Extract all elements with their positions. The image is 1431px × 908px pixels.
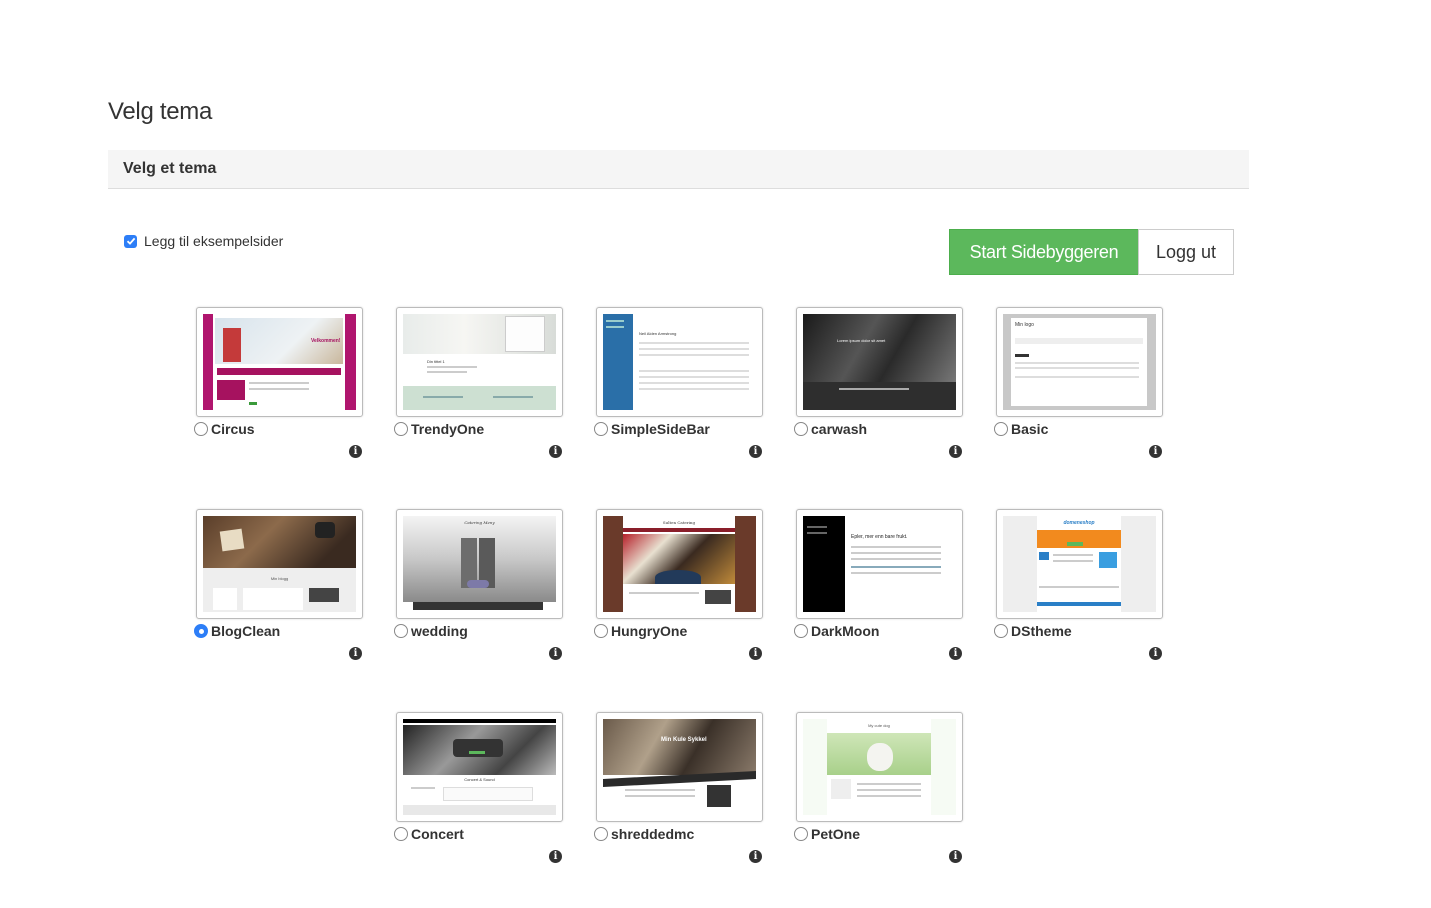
theme-card-simplesidebar[interactable]: Neil Alden Armstrong SimpleSideBar i [594,307,764,477]
theme-preview-circus[interactable]: Velkommen! [196,307,363,417]
theme-card-basic[interactable]: Min logo Basic i [994,307,1164,477]
theme-name: Concert [411,826,464,842]
theme-preview-hungryone[interactable]: Sulten Catering [596,509,763,619]
preview-text: Lorem ipsum dolor sit amet [837,338,886,343]
preview-text: Sulten Catering [662,520,696,525]
theme-card-blogclean[interactable]: Min blogg BlogClean i [194,509,364,679]
preview-text: Din tittel 1 [427,359,445,364]
theme-card-darkmoon[interactable]: Epler, mer enn bare frukt. DarkMoon i [794,509,964,679]
info-icon[interactable]: i [549,850,562,863]
theme-radio-shreddedmc[interactable] [594,827,608,841]
theme-name: shreddedmc [611,826,695,842]
info-icon[interactable]: i [349,445,362,458]
theme-name: DStheme [1011,623,1072,639]
preview-text: Min logo [1015,322,1034,328]
info-icon[interactable]: i [949,850,962,863]
theme-radio-concert[interactable] [394,827,408,841]
preview-text: Neil Alden Armstrong [639,331,677,336]
info-icon[interactable]: i [949,445,962,458]
start-sitebuilder-button[interactable]: Start Sidebyggeren [949,229,1139,275]
theme-card-petone[interactable]: My cute dog PetOne i [794,712,964,882]
logout-button[interactable]: Logg ut [1138,229,1234,275]
theme-name: SimpleSideBar [611,421,710,437]
theme-name: carwash [811,421,868,437]
theme-name: BlogClean [211,623,281,639]
theme-radio-dstheme[interactable] [994,624,1008,638]
info-icon[interactable]: i [949,647,962,660]
preview-text: Catering Meny [464,520,495,525]
theme-name: TrendyOne [411,421,485,437]
theme-name: wedding [411,623,468,639]
theme-card-dstheme[interactable]: domeneshop DStheme i [994,509,1164,679]
theme-name: Basic [1011,421,1049,437]
info-icon[interactable]: i [1149,445,1162,458]
theme-radio-wedding[interactable] [394,624,408,638]
theme-card-trendyone[interactable]: Din tittel 1 TrendyOne i [394,307,564,477]
theme-name: DarkMoon [811,623,880,639]
theme-radio-simplesidebar[interactable] [594,422,608,436]
preview-text: Velkommen! [311,338,341,344]
theme-preview-shreddedmc[interactable]: Min Kule Sykkel [596,712,763,822]
theme-card-wedding[interactable]: Catering Meny wedding i [394,509,564,679]
theme-preview-blogclean[interactable]: Min blogg [196,509,363,619]
preview-text: Epler, mer enn bare frukt. [851,534,908,540]
theme-radio-circus[interactable] [194,422,208,436]
checkbox-checked-icon[interactable] [124,234,137,248]
theme-preview-petone[interactable]: My cute dog [796,712,963,822]
info-icon[interactable]: i [749,850,762,863]
theme-preview-basic[interactable]: Min logo [996,307,1163,417]
theme-radio-basic[interactable] [994,422,1008,436]
info-icon[interactable]: i [549,647,562,660]
section-heading: Velg et tema [108,150,1249,189]
theme-name: Circus [211,421,255,437]
theme-preview-dstheme[interactable]: domeneshop [996,509,1163,619]
theme-preview-concert[interactable]: Concert & Sound [396,712,563,822]
theme-radio-blogclean[interactable] [194,624,208,638]
theme-card-carwash[interactable]: Lorem ipsum dolor sit amet carwash i [794,307,964,477]
sample-pages-checkbox[interactable]: Legg til eksempelsider [124,233,283,249]
info-icon[interactable]: i [1149,647,1162,660]
theme-preview-darkmoon[interactable]: Epler, mer enn bare frukt. [796,509,963,619]
theme-name: PetOne [811,826,861,842]
theme-radio-petone[interactable] [794,827,808,841]
theme-preview-wedding[interactable]: Catering Meny [396,509,563,619]
theme-card-shreddedmc[interactable]: Min Kule Sykkel shreddedmc i [594,712,764,882]
preview-text: domeneshop [1063,520,1095,526]
info-icon[interactable]: i [749,445,762,458]
theme-name: HungryOne [611,623,688,639]
theme-preview-simplesidebar[interactable]: Neil Alden Armstrong [596,307,763,417]
theme-preview-trendyone[interactable]: Din tittel 1 [396,307,563,417]
theme-radio-trendyone[interactable] [394,422,408,436]
info-icon[interactable]: i [749,647,762,660]
theme-preview-carwash[interactable]: Lorem ipsum dolor sit amet [796,307,963,417]
theme-radio-darkmoon[interactable] [794,624,808,638]
theme-card-concert[interactable]: Concert & Sound Concert i [394,712,564,882]
theme-radio-carwash[interactable] [794,422,808,436]
theme-card-circus[interactable]: Velkommen! Circus i [194,307,364,477]
sample-pages-label: Legg til eksempelsider [144,233,284,249]
preview-text: My cute dog [868,723,890,728]
preview-text: Concert & Sound [464,777,495,782]
preview-text: Min Kule Sykkel [661,737,707,743]
theme-radio-hungryone[interactable] [594,624,608,638]
page-title: Velg tema [108,98,213,125]
info-icon[interactable]: i [549,445,562,458]
theme-card-hungryone[interactable]: Sulten Catering HungryOne i [594,509,764,679]
preview-text: Min blogg [270,576,289,581]
info-icon[interactable]: i [349,647,362,660]
